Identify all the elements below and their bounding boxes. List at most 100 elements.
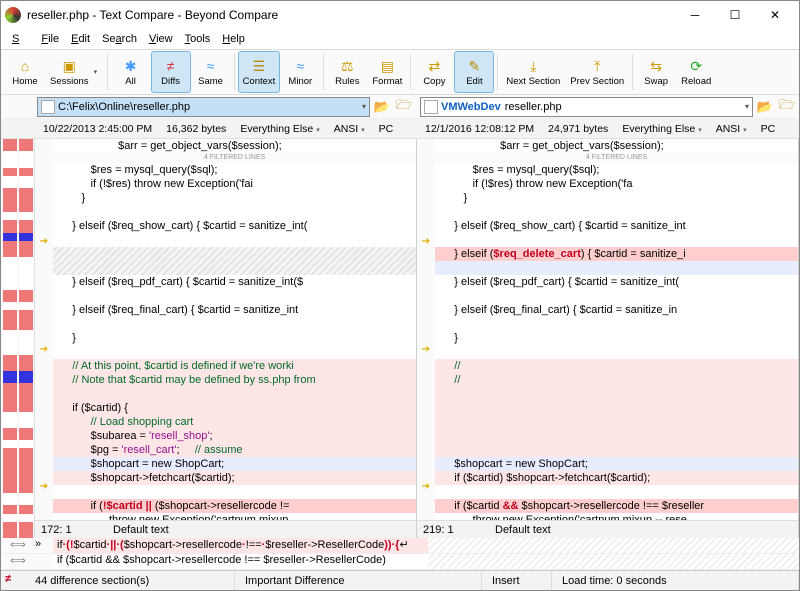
code-line[interactable]: if ($cartid) $shopcart->fetchcart($carti… xyxy=(435,471,798,485)
menu-tools[interactable]: Tools xyxy=(180,31,216,47)
left-path-input[interactable]: C:\Felix\Online\reseller.php ▾ xyxy=(37,97,370,117)
next-section-button[interactable]: ⤓Next Section xyxy=(501,51,565,93)
code-line[interactable]: } xyxy=(435,191,798,205)
close-button[interactable]: ✕ xyxy=(755,3,795,27)
code-line[interactable]: $arr = get_object_vars($session); xyxy=(53,139,416,153)
code-line[interactable]: if ($cartid) { xyxy=(53,401,416,415)
code-line[interactable]: $res = mysql_query($sql); xyxy=(53,163,416,177)
code-line[interactable] xyxy=(435,429,798,443)
code-line[interactable]: // At this point, $cartid is defined if … xyxy=(53,359,416,373)
menu-help[interactable]: Help xyxy=(217,31,250,47)
code-line[interactable] xyxy=(435,317,798,331)
right-path-input[interactable]: VMWebDev reseller.php ▾ xyxy=(420,97,753,117)
diffs-button[interactable]: ≠Diffs xyxy=(151,51,191,93)
left-browse-button[interactable]: 🗁 xyxy=(394,97,414,117)
menu-edit[interactable]: Edit xyxy=(66,31,95,47)
home-button[interactable]: ⌂Home xyxy=(5,51,45,93)
code-line[interactable]: if (!$cartid || ($shopcart->resellercode… xyxy=(53,499,416,513)
code-line[interactable]: // xyxy=(435,373,798,387)
code-line[interactable]: // Load shopping cart xyxy=(53,415,416,429)
right-charset[interactable]: ANSI ▾ xyxy=(716,123,747,135)
code-line[interactable] xyxy=(53,247,416,261)
right-browse-button[interactable]: 🗁 xyxy=(777,97,797,117)
edit-button[interactable]: ✎Edit xyxy=(454,51,494,93)
maximize-button[interactable]: ☐ xyxy=(715,3,755,27)
code-line[interactable]: if (!$res) throw new Exception('fa xyxy=(435,177,798,191)
merge-line-2[interactable]: if ($cartid && $shopcart->resellercode !… xyxy=(53,554,428,569)
code-line[interactable]: throw new Exception('cartnum mixup xyxy=(53,513,416,520)
code-line[interactable] xyxy=(53,387,416,401)
right-code[interactable]: $arr = get_object_vars($session);4 FILTE… xyxy=(435,139,798,520)
code-line[interactable]: } elseif ($req_final_cart) { $cartid = s… xyxy=(435,303,798,317)
chevron-down-icon[interactable]: ▾ xyxy=(745,102,749,111)
code-line[interactable]: throw new Exception('cartnum mixup -- re… xyxy=(435,513,798,520)
right-open-button[interactable]: 📂 xyxy=(755,97,775,117)
all-button[interactable]: ✱All xyxy=(111,51,151,93)
code-line[interactable] xyxy=(435,443,798,457)
chevron-down-icon[interactable]: ▾ xyxy=(362,102,366,111)
code-line[interactable]: } elseif ($req_pdf_cart) { $cartid = san… xyxy=(53,275,416,289)
code-line[interactable] xyxy=(435,261,798,275)
rules-button[interactable]: ⚖Rules xyxy=(327,51,367,93)
prev-section-button[interactable]: ⤒Prev Section xyxy=(565,51,629,93)
menu-view[interactable]: View xyxy=(144,31,178,47)
format-button[interactable]: ▤Format xyxy=(367,51,407,93)
reload-button[interactable]: ⟳Reload xyxy=(676,51,716,93)
code-line[interactable]: } elseif ($req_final_cart) { $cartid = s… xyxy=(53,303,416,317)
same-button[interactable]: ≈Same xyxy=(191,51,231,93)
thumbnail-rail[interactable] xyxy=(1,139,35,538)
menu-search[interactable]: Search xyxy=(97,31,142,47)
code-line[interactable] xyxy=(53,205,416,219)
minor-button[interactable]: ≈Minor xyxy=(280,51,320,93)
code-line[interactable]: // Note that $cartid may be defined by s… xyxy=(53,373,416,387)
code-line[interactable]: $shopcart = new ShopCart; xyxy=(435,457,798,471)
code-line[interactable]: $res = mysql_query($sql); xyxy=(435,163,798,177)
code-line[interactable]: } elseif ($req_show_cart) { $cartid = sa… xyxy=(53,219,416,233)
code-line[interactable]: if (!$res) throw new Exception('fai xyxy=(53,177,416,191)
left-code[interactable]: $arr = get_object_vars($session);4 FILTE… xyxy=(53,139,416,520)
left-pane: ➔➔➔ $arr = get_object_vars($session);4 F… xyxy=(35,139,417,538)
code-line[interactable] xyxy=(53,317,416,331)
right-eol[interactable]: PC xyxy=(761,123,776,135)
code-line[interactable]: $subarea = 'resell_shop'; xyxy=(53,429,416,443)
code-line[interactable]: } xyxy=(435,331,798,345)
code-line[interactable]: // xyxy=(435,359,798,373)
left-encoding[interactable]: Everything Else ▾ xyxy=(240,123,319,135)
merge-line-1[interactable]: if·(!$cartid·||·($shopcart->resellercode… xyxy=(53,538,428,553)
code-line[interactable] xyxy=(435,345,798,359)
code-line[interactable] xyxy=(435,485,798,499)
sessions-button[interactable]: ▣Sessions xyxy=(45,51,94,93)
code-line[interactable]: if ($cartid && $shopcart->resellercode !… xyxy=(435,499,798,513)
code-line[interactable] xyxy=(53,345,416,359)
code-line[interactable] xyxy=(435,415,798,429)
copy-button[interactable]: ⇄Copy xyxy=(414,51,454,93)
right-encoding[interactable]: Everything Else ▾ xyxy=(622,123,701,135)
sessions-dropdown[interactable]: ▾ xyxy=(94,68,104,76)
menu-file[interactable]: File xyxy=(36,31,64,47)
left-charset[interactable]: ANSI ▾ xyxy=(334,123,365,135)
code-line[interactable] xyxy=(53,485,416,499)
code-line[interactable] xyxy=(53,261,416,275)
left-open-button[interactable]: 📂 xyxy=(372,97,392,117)
swap-button[interactable]: ⇆Swap xyxy=(636,51,676,93)
left-eol[interactable]: PC xyxy=(379,123,394,135)
code-line[interactable] xyxy=(435,289,798,303)
menu-session[interactable]: S xyxy=(7,31,34,47)
code-line[interactable]: $arr = get_object_vars($session); xyxy=(435,139,798,153)
code-line[interactable]: } elseif ($req_delete_cart) { $cartid = … xyxy=(435,247,798,261)
code-line[interactable]: } elseif ($req_show_cart) { $cartid = sa… xyxy=(435,219,798,233)
code-line[interactable]: $shopcart = new ShopCart; xyxy=(53,457,416,471)
code-line[interactable]: } xyxy=(53,191,416,205)
context-button[interactable]: ☰Context xyxy=(238,51,281,93)
code-line[interactable] xyxy=(53,233,416,247)
code-line[interactable]: } elseif ($req_pdf_cart) { $cartid = san… xyxy=(435,275,798,289)
minimize-button[interactable]: ─ xyxy=(675,3,715,27)
code-line[interactable]: $shopcart->fetchcart($cartid); xyxy=(53,471,416,485)
code-line[interactable] xyxy=(435,387,798,401)
code-line[interactable] xyxy=(53,289,416,303)
code-line[interactable] xyxy=(435,233,798,247)
code-line[interactable] xyxy=(435,205,798,219)
code-line[interactable]: $pg = 'resell_cart'; // assume xyxy=(53,443,416,457)
code-line[interactable] xyxy=(435,401,798,415)
code-line[interactable]: } xyxy=(53,331,416,345)
